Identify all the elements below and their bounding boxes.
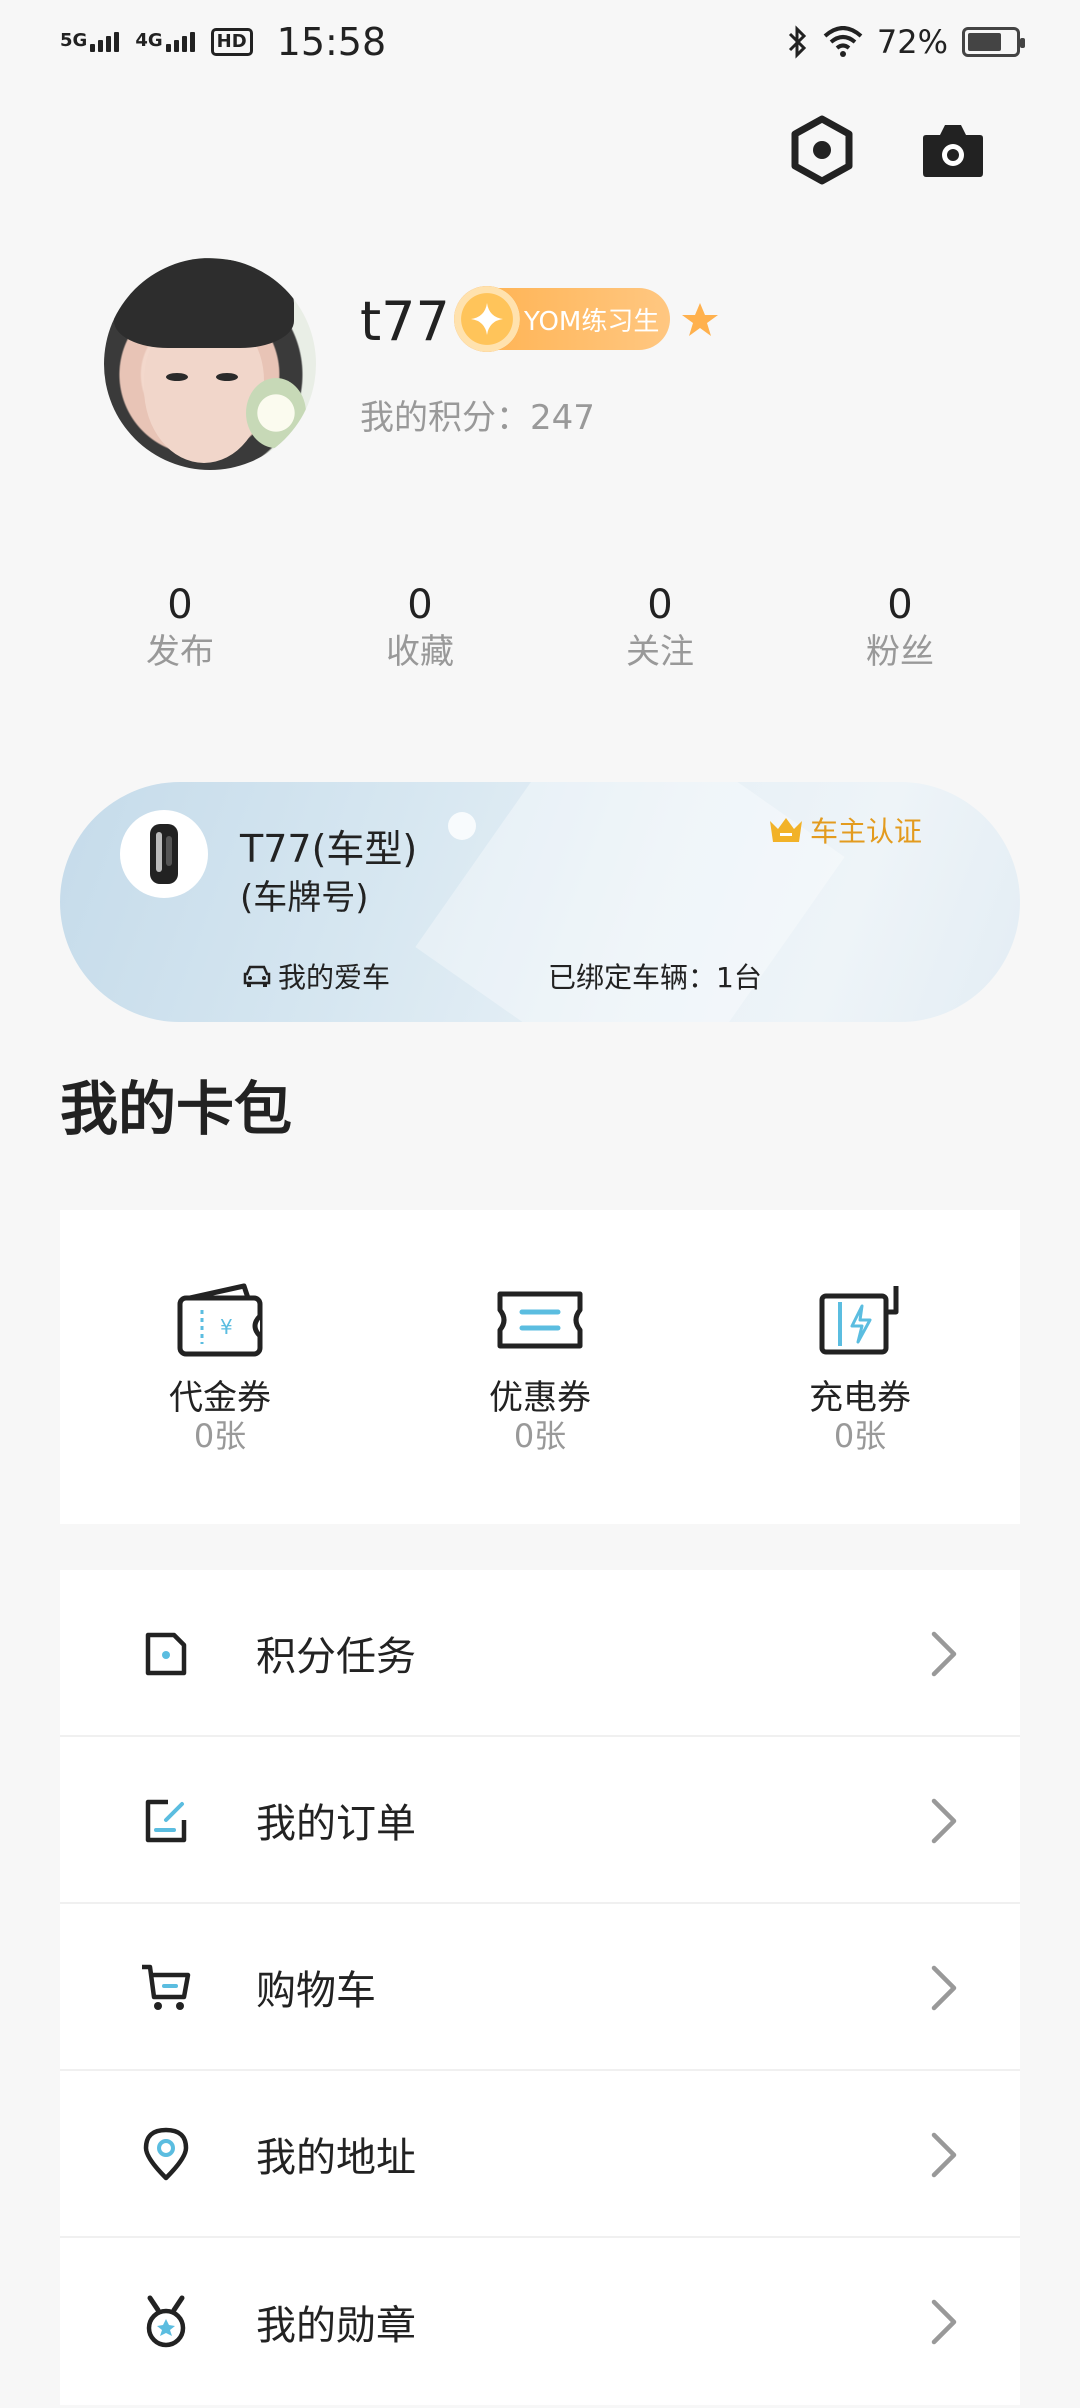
camera-icon[interactable] bbox=[918, 115, 988, 185]
level-star-icon bbox=[454, 286, 520, 352]
signal-4g-icon: 4G bbox=[135, 32, 195, 52]
svg-text:¥: ¥ bbox=[220, 1315, 233, 1339]
level-badge[interactable]: YOM练习生 bbox=[454, 286, 670, 352]
status-time: 15:58 bbox=[276, 20, 387, 64]
my-car-card[interactable]: T77(车型) (车牌号) 车主认证 我的爱车 已绑定车辆：1台 bbox=[60, 782, 1020, 1022]
chevron-right-icon bbox=[931, 1631, 957, 1677]
wallet-panel: ¥ 代金券 0张 优惠券 0张 充电券 0张 bbox=[60, 1210, 1020, 1524]
my-car-link[interactable]: 我的爱车 bbox=[242, 956, 390, 996]
bluetooth-icon bbox=[788, 25, 806, 59]
cart-icon bbox=[142, 1964, 191, 2010]
chevron-right-icon bbox=[931, 1798, 957, 1844]
location-icon bbox=[143, 2127, 189, 2180]
medal-icon bbox=[146, 2295, 186, 2347]
star-icon bbox=[682, 303, 718, 336]
stat-following[interactable]: 0 关注 bbox=[540, 580, 780, 674]
avatar[interactable] bbox=[104, 258, 316, 470]
level-badge-label: YOM练习生 bbox=[524, 306, 660, 337]
wallet-title: 我的卡包 bbox=[60, 1075, 293, 1143]
chevron-right-icon bbox=[931, 1965, 957, 2011]
points-task-icon bbox=[145, 1632, 187, 1675]
points-text: 我的积分：247 bbox=[360, 398, 595, 438]
battery-icon bbox=[962, 27, 1025, 57]
charging-coupon-icon bbox=[819, 1286, 899, 1355]
wifi-icon bbox=[823, 26, 863, 57]
stat-fans[interactable]: 0 粉丝 bbox=[780, 580, 1020, 674]
status-bar: 5G 4G HD 15:58 72% bbox=[0, 0, 1080, 84]
owner-cert-button[interactable]: 车主认证 bbox=[768, 810, 922, 850]
chevron-right-icon bbox=[931, 2132, 957, 2178]
settings-hex-icon[interactable] bbox=[787, 115, 857, 185]
bound-vehicles: 已绑定车辆：1台 bbox=[548, 961, 762, 994]
crown-icon bbox=[770, 818, 802, 842]
stat-favorites[interactable]: 0 收藏 bbox=[300, 580, 540, 674]
menu-item-my-orders[interactable]: 我的订单 bbox=[60, 1737, 1020, 1904]
order-icon bbox=[145, 1799, 187, 1842]
coupon-item[interactable]: 优惠券 0张 bbox=[380, 1210, 700, 1524]
car-key-icon bbox=[120, 810, 208, 898]
username: t77 bbox=[360, 290, 450, 353]
menu-item-medals[interactable]: 我的勋章 bbox=[60, 2238, 1020, 2405]
coupon-icon bbox=[497, 1291, 583, 1349]
voucher-icon: ¥ bbox=[177, 1283, 263, 1357]
car-icon bbox=[243, 965, 271, 987]
stat-posts[interactable]: 0 发布 bbox=[60, 580, 300, 674]
menu-list: 积分任务 我的订单 购物车 我的地址 我的勋章 bbox=[60, 1570, 1020, 2405]
signal-5g-icon: 5G bbox=[60, 32, 120, 52]
hd-voice-icon: HD bbox=[210, 28, 253, 56]
car-model: T77(车型) bbox=[240, 827, 418, 871]
stats-row: 0 发布 0 收藏 0 关注 0 粉丝 bbox=[60, 580, 1020, 674]
charging-coupon-item[interactable]: 充电券 0张 bbox=[700, 1210, 1020, 1524]
battery-percent: 72% bbox=[876, 23, 948, 61]
menu-item-address[interactable]: 我的地址 bbox=[60, 2071, 1020, 2238]
chevron-right-icon bbox=[931, 2299, 957, 2345]
menu-item-points-task[interactable]: 积分任务 bbox=[60, 1570, 1020, 1737]
menu-item-cart[interactable]: 购物车 bbox=[60, 1904, 1020, 2071]
voucher-item[interactable]: ¥ 代金券 0张 bbox=[60, 1210, 380, 1524]
car-plate: (车牌号) bbox=[240, 878, 369, 918]
